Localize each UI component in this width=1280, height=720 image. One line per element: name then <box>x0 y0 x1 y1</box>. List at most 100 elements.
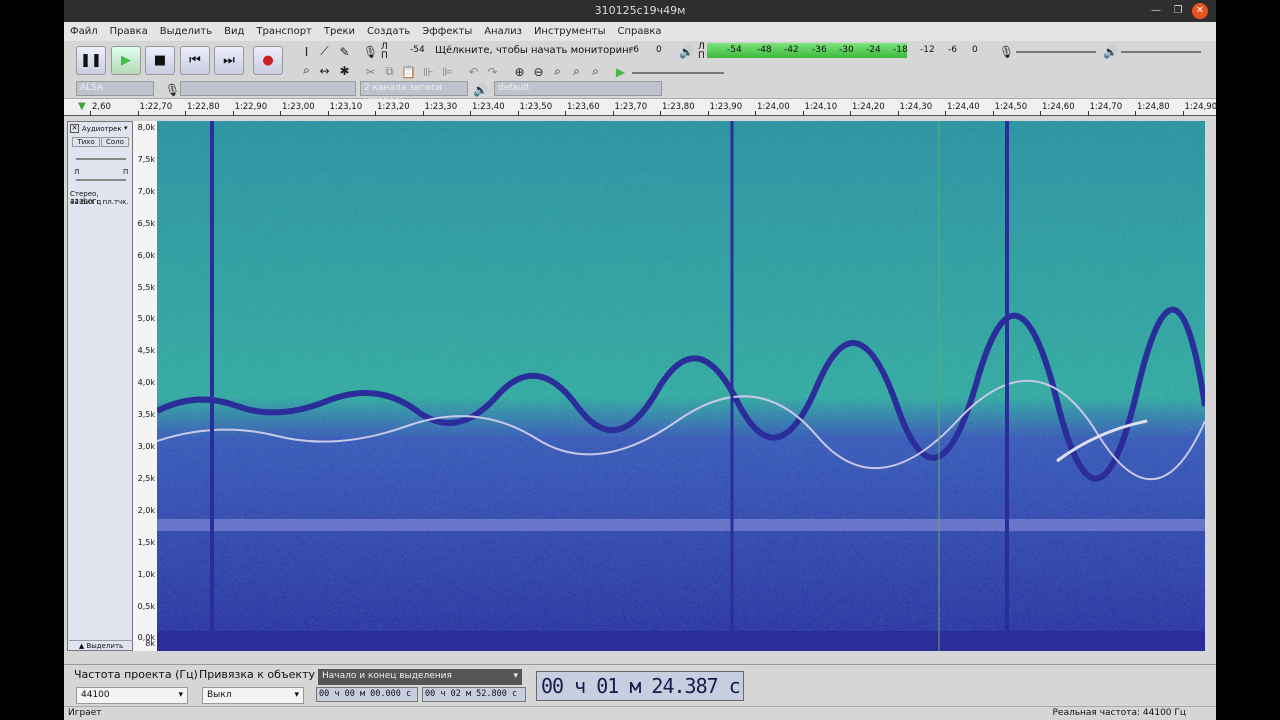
ruler-tick-line <box>470 111 471 116</box>
ruler-tick-label: 1:24,60 <box>1042 102 1075 112</box>
host-select[interactable]: ALSA <box>76 81 154 96</box>
pan-right-label: П <box>123 168 129 176</box>
ruler-tick-line <box>850 111 851 116</box>
zoom-in-icon[interactable]: ⊕ <box>511 63 528 80</box>
ruler-tick-label: 1:23,30 <box>424 102 458 112</box>
draw-tool-icon[interactable]: ✎ <box>336 43 353 60</box>
play-scale-5: -24 <box>866 45 881 55</box>
cut-icon[interactable]: ✂ <box>362 63 379 80</box>
speaker-icon: 🔊 <box>679 44 694 59</box>
menu-tracks[interactable]: Треки <box>318 26 361 37</box>
menu-tools[interactable]: Инструменты <box>528 26 612 37</box>
paste-icon[interactable]: 📋 <box>400 63 417 80</box>
menu-transport[interactable]: Транспорт <box>250 26 317 37</box>
pause-button[interactable]: ❚❚ <box>76 46 106 75</box>
fit-project-icon[interactable]: ⌕ <box>568 63 585 80</box>
track-select-button[interactable]: ▲ Выделить <box>69 640 133 650</box>
selection-tool-icon[interactable]: I <box>298 43 315 60</box>
ruler-tick-line <box>232 111 234 116</box>
track-select-label: Выделить <box>86 642 124 650</box>
zoom-tool-icon[interactable]: ⌕ <box>298 62 315 79</box>
ruler-tick-line <box>660 111 661 116</box>
track-close-icon[interactable]: ✕ <box>70 124 79 133</box>
ruler-tick-label: 1:24,80 <box>1137 102 1170 112</box>
menu-edit[interactable]: Правка <box>104 26 154 37</box>
ruler-tick-label: 1:23,90 <box>709 102 743 112</box>
playback-volume-icon: 🔊 <box>1103 44 1118 59</box>
menu-help[interactable]: Справка <box>612 26 668 37</box>
selection-start-field[interactable]: 00 ч 00 м 00.000 с <box>316 687 418 702</box>
status-bar: Играет Реальная частота: 44100 Гц <box>64 706 1216 720</box>
menu-effects[interactable]: Эффекты <box>416 26 478 37</box>
timeline-ruler[interactable]: ▼ 2,60 1:22,70 1:22,80 1:22,90 1:23,00 1:23,1… <box>64 99 1216 116</box>
record-volume-slider[interactable] <box>1016 51 1096 53</box>
output-speaker-icon: 🔊 <box>473 82 488 97</box>
multi-tool-icon[interactable]: ✱ <box>336 62 353 79</box>
selection-end-field[interactable]: 00 ч 02 м 52.800 с <box>422 687 526 702</box>
actual-rate-text: Реальная частота: 44100 Гц <box>1052 708 1187 718</box>
play-scale-3: -36 <box>812 45 827 55</box>
envelope-tool-icon[interactable]: ⟋ <box>316 43 333 60</box>
play-scale-6: -18 <box>893 45 908 55</box>
ruler-tick-label: 1:24,30 <box>899 102 933 112</box>
ruler-tick-line <box>280 111 281 116</box>
skip-start-button[interactable]: ⏮ <box>180 46 210 75</box>
track-name[interactable]: Аудиотрек <box>82 125 122 133</box>
copy-icon[interactable]: ⧉ <box>381 63 398 80</box>
menu-generate[interactable]: Создать <box>361 26 416 37</box>
window-title: 310125с19ч49м <box>594 4 686 17</box>
freq-axis-label: 1,0k <box>137 569 155 579</box>
pause-icon: ❚❚ <box>80 53 102 68</box>
ruler-tick-line <box>945 111 946 116</box>
stop-button[interactable]: ■ <box>145 46 175 75</box>
spectrogram-view[interactable] <box>157 121 1205 651</box>
freq-axis-label: 8,0k <box>137 123 155 132</box>
undo-icon[interactable]: ↶ <box>465 63 482 80</box>
selection-mode-select[interactable]: Начало и конец выделения ▾ <box>318 669 522 685</box>
silence-icon[interactable]: ⊫ <box>439 63 456 80</box>
snap-select[interactable]: Выкл ▾ <box>202 687 304 704</box>
fit-selection-icon[interactable]: ⌕ <box>549 63 566 80</box>
menu-analyze[interactable]: Анализ <box>478 26 528 37</box>
ruler-tick-label: 1:22,90 <box>234 102 268 112</box>
play-button[interactable]: ▶ <box>111 46 141 75</box>
audio-position-display[interactable]: 00 ч 01 м 24.387 с <box>536 671 744 701</box>
channels-select[interactable]: 2 канала записи (стерео) <box>360 81 468 106</box>
minimize-icon[interactable]: — <box>1148 3 1164 19</box>
track-menu-icon[interactable]: ▾ <box>124 124 128 132</box>
freq-axis-label: 5,5k <box>137 282 155 292</box>
menu-file[interactable]: Файл <box>64 26 104 37</box>
solo-button[interactable]: Соло <box>101 137 129 147</box>
playhead-marker-icon[interactable]: ▼ <box>78 101 86 112</box>
close-icon[interactable]: ✕ <box>1192 3 1208 19</box>
timeshift-tool-icon[interactable]: ↔ <box>316 62 333 79</box>
ruler-tick-label: 1:23,50 <box>519 102 553 112</box>
ruler-tick-label: 1:23,60 <box>567 102 600 112</box>
output-device-select[interactable]: default <box>494 81 662 96</box>
record-button[interactable]: ● <box>253 46 283 75</box>
pan-slider[interactable] <box>76 179 126 181</box>
freq-axis-label: 1,5k <box>137 537 155 547</box>
menu-select[interactable]: Выделить <box>154 26 218 37</box>
snap-label: Привязка к объекту <box>199 668 315 681</box>
skip-end-icon: ⏭ <box>223 53 235 68</box>
rec-meter-r: П <box>381 51 388 61</box>
menu-view[interactable]: Вид <box>218 26 250 37</box>
trim-icon[interactable]: ⊪ <box>420 63 437 80</box>
project-rate-select[interactable]: 44100 ▾ <box>76 687 188 704</box>
skip-end-button[interactable]: ⏭ <box>214 46 244 75</box>
ruler-tick-line <box>897 111 899 116</box>
freq-axis-label: 7,5k <box>137 154 155 164</box>
redo-icon[interactable]: ↷ <box>484 63 501 80</box>
project-rate-value: 44100 <box>81 690 110 700</box>
maximize-icon[interactable]: ❐ <box>1170 3 1186 19</box>
zoom-out-icon[interactable]: ⊖ <box>530 63 547 80</box>
record-device-select[interactable] <box>180 81 356 96</box>
gain-slider[interactable] <box>76 158 126 160</box>
zoom-toggle-icon[interactable]: ⌕ <box>587 63 604 80</box>
monitor-prompt[interactable]: Щёлкните, чтобы начать мониторинг <box>435 45 634 56</box>
mute-button[interactable]: Тихо <box>72 137 100 147</box>
playback-volume-slider[interactable] <box>1121 51 1201 53</box>
play-speed-slider[interactable] <box>632 72 724 74</box>
play-at-speed-icon[interactable]: ▶ <box>612 63 629 80</box>
